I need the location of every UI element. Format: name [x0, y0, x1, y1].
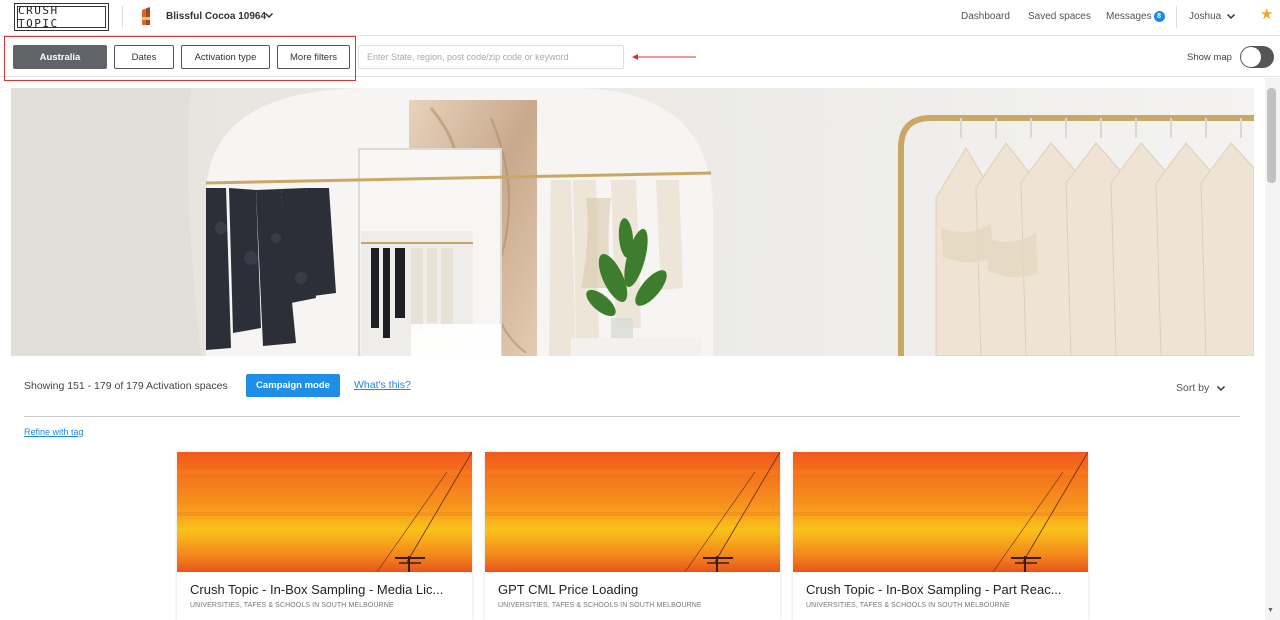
show-map-toggle[interactable]: [1240, 46, 1274, 68]
brand-icon: [142, 7, 150, 25]
chevron-down-icon[interactable]: [264, 10, 274, 20]
messages-count-badge: 8: [1153, 11, 1165, 22]
hero-banner-image: [11, 88, 1254, 356]
refine-with-tag-link[interactable]: Refine with tag: [24, 427, 84, 437]
space-card[interactable]: Crush Topic - In-Box Sampling - Part Rea…: [793, 452, 1088, 620]
sort-by-dropdown[interactable]: Sort by: [1176, 382, 1209, 394]
activation-type-filter-button[interactable]: Activation type: [181, 45, 270, 69]
location-filter-button[interactable]: Australia: [13, 45, 107, 69]
result-count: Showing 151 - 179 of 179 Activation spac…: [24, 380, 228, 392]
card-title[interactable]: GPT CML Price Loading: [498, 582, 773, 597]
arrow-left-icon: [632, 54, 696, 60]
chevron-down-icon[interactable]: [1216, 383, 1226, 393]
scrollbar-thumb[interactable]: [1267, 88, 1276, 183]
campaign-mode-button[interactable]: Campaign mode: [246, 374, 340, 397]
user-menu[interactable]: Joshua: [1189, 11, 1221, 22]
messages-label: Messages: [1106, 11, 1152, 22]
user-name: Joshua: [1189, 11, 1222, 22]
nav-divider: [1176, 6, 1177, 28]
brand-selector-label[interactable]: Blissful Cocoa 10964: [166, 11, 266, 22]
toggle-knob: [1241, 47, 1261, 67]
card-subtitle: UNIVERSITIES, TAFES & SCHOOLS in SOUTH M…: [498, 602, 702, 609]
card-sunset-image: [485, 452, 780, 572]
top-navigation-bar: CRUSH TOPIC Blissful Cocoa 10964 Dashboa…: [0, 0, 1280, 36]
whats-this-link[interactable]: What's this?: [354, 379, 411, 391]
scroll-down-arrow-icon[interactable]: ▼: [1267, 607, 1274, 614]
show-map-label: Show map: [1187, 52, 1232, 63]
card-subtitle: UNIVERSITIES, TAFES & SCHOOLS in SOUTH M…: [190, 602, 394, 609]
header-divider: [122, 6, 123, 28]
hero-image-illustration: [11, 88, 1254, 356]
card-title[interactable]: Crush Topic - In-Box Sampling - Part Rea…: [806, 582, 1081, 597]
dates-filter-button[interactable]: Dates: [114, 45, 174, 69]
more-filters-button[interactable]: More filters: [277, 45, 350, 69]
card-sunset-image: [177, 452, 472, 572]
star-icon[interactable]: ★: [1260, 5, 1273, 23]
space-card[interactable]: Crush Topic - In-Box Sampling - Media Li…: [177, 452, 472, 620]
card-sunset-image: [793, 452, 1088, 572]
crush-topic-logo[interactable]: CRUSH TOPIC: [14, 3, 109, 31]
nav-saved-spaces-link[interactable]: Saved spaces: [1028, 11, 1091, 22]
location-search-input[interactable]: [358, 45, 624, 69]
card-title[interactable]: Crush Topic - In-Box Sampling - Media Li…: [190, 582, 465, 597]
nav-messages-link[interactable]: Messages 8: [1106, 11, 1165, 22]
card-subtitle: UNIVERSITIES, TAFES & SCHOOLS in SOUTH M…: [806, 602, 1010, 609]
chevron-down-icon[interactable]: [1226, 11, 1236, 21]
nav-dashboard-link[interactable]: Dashboard: [961, 11, 1010, 22]
space-card[interactable]: GPT CML Price Loading UNIVERSITIES, TAFE…: [485, 452, 780, 620]
logo-text: CRUSH TOPIC: [17, 4, 106, 30]
results-divider: [24, 416, 1240, 417]
